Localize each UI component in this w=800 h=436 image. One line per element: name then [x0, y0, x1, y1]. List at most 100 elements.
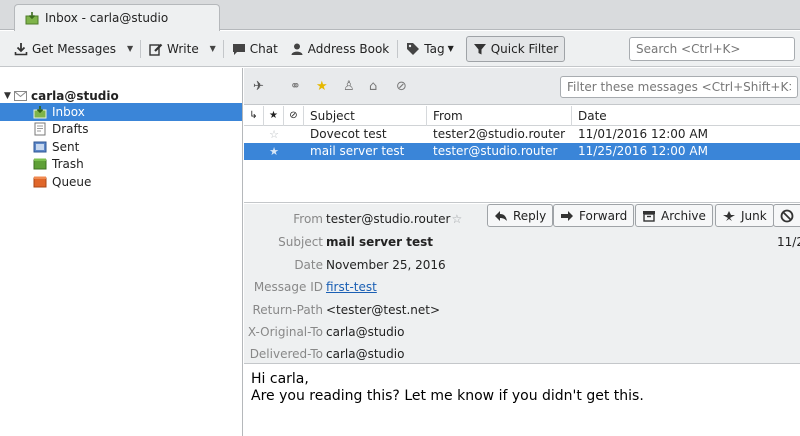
toolbar-separator	[140, 39, 142, 58]
message-id-link[interactable]: first-test	[326, 280, 377, 294]
message-row-selected[interactable]: ★ mail server test tester@studio.router …	[244, 143, 800, 160]
header-label: X-Original-To	[247, 325, 323, 339]
column-from[interactable]: From	[427, 106, 572, 126]
message-list: ↳ ★ ⊘ Subject From Date ☆ Dovecot test t…	[244, 106, 800, 203]
sent-icon	[33, 141, 47, 153]
thread-cell	[244, 143, 264, 160]
message-subject: Dovecot test	[310, 127, 387, 141]
inbox-icon	[25, 12, 39, 25]
get-messages-dropdown[interactable]: ▼	[122, 36, 138, 62]
star-toggle[interactable]: ☆	[264, 126, 284, 143]
address-book-label: Address Book	[307, 41, 390, 56]
star-toggle[interactable]: ★	[264, 143, 284, 160]
write-button[interactable]: Write	[143, 36, 205, 62]
chevron-down-icon: ▼	[126, 44, 134, 53]
delete-icon	[780, 209, 794, 222]
archive-button[interactable]: Archive	[635, 204, 713, 227]
pin-icon[interactable]: ✈	[253, 79, 264, 94]
sender-address[interactable]: tester@studio.router☆	[326, 212, 462, 226]
folder-inbox[interactable]: Inbox	[0, 103, 242, 121]
account-row[interactable]: ▼ carla@studio	[0, 88, 242, 103]
header-message-id-row: Message ID first-test	[244, 277, 800, 299]
junk-icon	[723, 210, 735, 221]
attachment-cell	[284, 143, 304, 160]
header-delivered-to-row: Delivered-To carla@studio	[244, 344, 800, 366]
forward-icon	[561, 210, 573, 221]
envelope-icon	[14, 90, 27, 101]
folder-label: Queue	[52, 174, 92, 189]
column-date[interactable]: Date	[572, 106, 800, 126]
write-label: Write	[167, 41, 199, 56]
return-path-value: <tester@test.net>	[326, 303, 441, 317]
star-filter-icon[interactable]: ★	[316, 79, 328, 94]
chat-button[interactable]: Chat	[226, 36, 284, 62]
body-line: Are you reading this? Let me know if you…	[251, 388, 644, 404]
folder-label: Drafts	[52, 122, 89, 137]
write-dropdown[interactable]: ▼	[205, 36, 221, 62]
date-short-value: 11/2	[777, 235, 800, 249]
filter-icon	[473, 43, 486, 54]
delete-button[interactable]	[773, 204, 800, 227]
expand-arrow-icon[interactable]: ▼	[4, 91, 14, 101]
tab-strip: Inbox - carla@studio	[0, 0, 800, 31]
column-subject[interactable]: Subject	[304, 106, 427, 126]
archive-label: Archive	[661, 208, 706, 223]
quick-filter-button[interactable]: Quick Filter	[465, 35, 566, 62]
filter-messages-input[interactable]	[560, 76, 798, 98]
folder-label: Sent	[52, 139, 80, 154]
header-x-original-to-row: X-Original-To carla@studio	[244, 322, 800, 344]
message-from: tester@studio.router	[433, 144, 558, 158]
unread-filter-icon[interactable]: ⚭	[290, 79, 301, 94]
folder-sent[interactable]: Sent	[0, 138, 242, 156]
get-messages-button[interactable]: Get Messages	[8, 36, 122, 62]
message-subject: mail server test	[310, 144, 405, 158]
star-outline-icon[interactable]: ☆	[451, 212, 462, 226]
tag-filter-icon[interactable]: ⌂	[369, 79, 377, 94]
folder-queue[interactable]: Queue	[0, 173, 242, 191]
reply-icon	[495, 210, 507, 221]
message-body: Hi carla, Are you reading this? Let me k…	[244, 365, 800, 436]
body-line: Hi carla,	[251, 371, 309, 387]
header-return-path-row: Return-Path <tester@test.net>	[244, 300, 800, 322]
forward-button[interactable]: Forward	[553, 204, 635, 227]
folder-drafts[interactable]: Drafts	[0, 121, 242, 139]
junk-label: Junk	[741, 208, 767, 223]
forward-label: Forward	[579, 208, 628, 223]
drafts-icon	[34, 122, 46, 136]
contact-filter-icon[interactable]: ♙	[343, 79, 355, 94]
contact-icon	[291, 43, 303, 55]
trash-icon	[33, 158, 47, 170]
main-toolbar: Get Messages ▼ Write ▼ Chat Address Book…	[0, 31, 800, 67]
reply-label: Reply	[513, 208, 547, 223]
header-label: Message ID	[253, 280, 323, 294]
thread-column-icon[interactable]: ↳	[244, 106, 264, 126]
header-label: Return-Path	[252, 303, 323, 317]
reply-button[interactable]: Reply	[487, 204, 554, 227]
search-input[interactable]	[629, 37, 795, 61]
message-list-header: ↳ ★ ⊘ Subject From Date	[244, 106, 800, 126]
star-icon: ★	[269, 145, 279, 158]
address-book-button[interactable]: Address Book	[284, 36, 395, 62]
quick-filter-label: Quick Filter	[490, 41, 559, 56]
header-subject-row: Subject mail server test 11/2	[244, 232, 800, 254]
attachment-filter-icon[interactable]: ⊘	[396, 79, 407, 94]
message-row[interactable]: ☆ Dovecot test tester2@studio.router 11/…	[244, 126, 800, 143]
tab-inbox[interactable]: Inbox - carla@studio	[14, 4, 220, 31]
tag-button[interactable]: Tag ▼	[400, 36, 459, 62]
header-date-row: Date November 25, 2016	[244, 255, 800, 277]
message-date: 11/01/2016 12:00 AM	[578, 127, 708, 141]
date-value: November 25, 2016	[326, 258, 446, 272]
message-date: 11/25/2016 12:00 AM	[578, 144, 708, 158]
get-messages-label: Get Messages	[32, 41, 117, 56]
message-from: tester2@studio.router	[433, 127, 566, 141]
chevron-down-icon: ▼	[447, 44, 454, 53]
junk-button[interactable]: Junk	[715, 204, 774, 227]
chevron-down-icon: ▼	[209, 44, 216, 53]
attachment-column-icon[interactable]: ⊘	[284, 106, 304, 126]
chat-bubble-icon	[232, 43, 245, 55]
archive-icon	[643, 210, 655, 222]
star-column-icon[interactable]: ★	[264, 106, 284, 126]
inbox-icon	[33, 105, 47, 119]
header-label: Delivered-To	[249, 347, 323, 361]
folder-trash[interactable]: Trash	[0, 156, 242, 174]
